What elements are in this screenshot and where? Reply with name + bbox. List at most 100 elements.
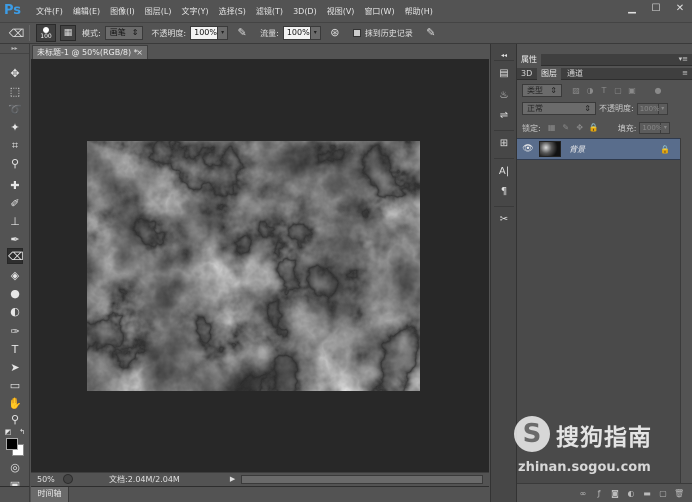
layer-name[interactable]: 背景 <box>569 144 585 155</box>
properties-panel-header: 属性 ▾≡ <box>517 54 692 66</box>
add-mask-icon[interactable]: ◙ <box>610 489 620 498</box>
brush-panel-toggle-icon[interactable]: ▦ <box>60 25 76 41</box>
layer-style-icon[interactable]: ƒ <box>594 489 604 498</box>
document-tab[interactable]: 未标题-1 @ 50%(RGB/8) * × <box>32 45 148 59</box>
layer-filter-select[interactable]: 类型 ⇕ <box>522 84 562 97</box>
tool-presets-panel-icon[interactable]: ✂ <box>496 212 512 228</box>
lock-transparent-icon[interactable]: ▦ <box>546 122 558 134</box>
airbrush-icon[interactable]: ⊛ <box>327 25 343 41</box>
lasso-tool-icon[interactable]: ➰ <box>7 102 23 118</box>
flow-dropdown-icon[interactable]: ▾ <box>310 26 321 40</box>
tab-3d[interactable]: 3D <box>517 68 536 80</box>
dock-grip-icon[interactable]: ◂◂ <box>496 48 512 64</box>
pressure-size-icon[interactable]: ✎ <box>423 25 439 41</box>
marquee-tool-icon[interactable]: ⬚ <box>7 84 23 100</box>
flow-input[interactable]: 100% <box>282 26 311 40</box>
filter-adjustment-icon[interactable]: ◑ <box>584 85 596 97</box>
lock-all-icon[interactable]: 🔒 <box>588 122 600 134</box>
horizontal-scrollbar[interactable] <box>241 474 483 484</box>
canvas-area[interactable] <box>31 59 489 472</box>
minimize-button[interactable]: ▁ <box>624 2 640 16</box>
healing-brush-tool-icon[interactable]: ✚ <box>7 178 23 194</box>
swap-colors-icon[interactable]: ↰ <box>17 424 27 440</box>
history-brush-tool-icon[interactable]: ✒ <box>7 232 23 248</box>
menu-file[interactable]: 文件(F) <box>36 6 63 17</box>
history-panel-icon[interactable]: ▤ <box>496 66 512 82</box>
menu-window[interactable]: 窗口(W) <box>364 6 394 17</box>
lock-image-icon[interactable]: ✎ <box>560 122 572 134</box>
filter-pixel-icon[interactable]: ▨ <box>570 85 582 97</box>
menu-help[interactable]: 帮助(H) <box>405 6 433 17</box>
fill-dropdown-icon[interactable]: ▾ <box>661 122 671 134</box>
layer-row-background[interactable]: 👁 背景 🔒 <box>517 138 680 160</box>
clone-stamp-tool-icon[interactable]: ⊥ <box>7 214 23 230</box>
brush-preset-picker[interactable]: 100 <box>36 24 56 42</box>
tab-properties[interactable]: 属性 <box>517 54 541 66</box>
status-menu-arrow-icon[interactable]: ▶ <box>230 475 235 483</box>
layers-panel-menu-icon[interactable]: ≡ <box>682 68 688 79</box>
close-button[interactable]: ✕ <box>672 2 688 16</box>
menu-edit[interactable]: 编辑(E) <box>73 6 100 17</box>
menu-select[interactable]: 选择(S) <box>219 6 246 17</box>
foreground-color-swatch[interactable] <box>6 438 18 450</box>
properties-panel-menu-icon[interactable]: ▾≡ <box>679 54 688 65</box>
brush-tool-icon[interactable]: ✐ <box>7 196 23 212</box>
quick-mask-icon[interactable]: ◎ <box>7 460 23 476</box>
timeline-tab[interactable]: 时间轴 <box>31 487 69 502</box>
pen-tool-icon[interactable]: ✑ <box>7 324 23 340</box>
link-layers-icon[interactable]: ∞ <box>578 489 588 498</box>
close-tab-icon[interactable]: × <box>136 46 143 59</box>
new-group-icon[interactable]: ▬ <box>642 489 652 498</box>
pressure-opacity-icon[interactable]: ✎ <box>234 25 250 41</box>
lock-position-icon[interactable]: ✥ <box>574 122 586 134</box>
menu-image[interactable]: 图像(I) <box>110 6 135 17</box>
eyedropper-tool-icon[interactable]: ⚲ <box>7 156 23 172</box>
visibility-eye-icon[interactable]: 👁 <box>521 144 535 154</box>
tab-channels[interactable]: 通道 <box>563 68 587 80</box>
maximize-button[interactable]: ☐ <box>648 2 664 16</box>
menu-3d[interactable]: 3D(D) <box>293 7 317 16</box>
paint-bucket-tool-icon[interactable]: ◈ <box>7 268 23 284</box>
menu-view[interactable]: 视图(V) <box>327 6 355 17</box>
character-panel-icon[interactable]: A| <box>496 164 512 180</box>
new-layer-icon[interactable]: ▢ <box>658 489 668 498</box>
info-panel-icon[interactable]: ⊞ <box>496 136 512 152</box>
toolbar-grip-icon[interactable]: ▸▸ <box>0 44 29 54</box>
mode-select[interactable]: 画笔 ⇕ <box>104 26 144 40</box>
opacity-dropdown-icon[interactable]: ▾ <box>218 26 229 40</box>
opacity-input[interactable]: 100% <box>190 26 219 40</box>
layer-opacity-input[interactable]: 100% <box>636 102 660 115</box>
magic-wand-tool-icon[interactable]: ✦ <box>7 120 23 136</box>
delete-layer-icon[interactable]: 🗑 <box>674 489 684 498</box>
path-selection-tool-icon[interactable]: ➤ <box>7 360 23 376</box>
zoom-level[interactable]: 50% <box>31 475 63 484</box>
menu-type[interactable]: 文字(Y) <box>181 6 208 17</box>
menu-layer[interactable]: 图层(L) <box>145 6 172 17</box>
filter-smart-object-icon[interactable]: ▣ <box>626 85 638 97</box>
layer-opacity-dropdown-icon[interactable]: ▾ <box>658 102 668 115</box>
erase-to-history-checkbox[interactable] <box>352 29 361 37</box>
status-options-icon[interactable] <box>63 474 73 484</box>
hand-tool-icon[interactable]: ✋ <box>7 396 23 412</box>
menu-filter[interactable]: 滤镜(T) <box>256 6 283 17</box>
adjustment-layer-icon[interactable]: ◐ <box>626 489 636 498</box>
paragraph-panel-icon[interactable]: ¶ <box>496 184 512 200</box>
tab-layers[interactable]: 图层 <box>537 68 561 80</box>
eraser-tool-preset-icon[interactable]: ⌫ <box>4 25 30 41</box>
brush-presets-panel-icon[interactable]: ♨ <box>496 88 512 104</box>
dodge-tool-icon[interactable]: ◐ <box>7 304 23 320</box>
crop-tool-icon[interactable]: ⌗ <box>7 138 23 154</box>
adjustments-panel-icon[interactable]: ⇌ <box>496 108 512 124</box>
rectangle-tool-icon[interactable]: ▭ <box>7 378 23 394</box>
blend-mode-select[interactable]: 正常 ⇕ <box>522 102 596 115</box>
eraser-tool-icon[interactable]: ⌫ <box>7 248 24 264</box>
clouds-artwork[interactable] <box>87 141 420 391</box>
filter-type-icon[interactable]: T <box>598 85 610 97</box>
chevron-down-icon: ⇕ <box>131 28 139 37</box>
type-tool-icon[interactable]: T <box>7 342 23 358</box>
filter-toggle-icon[interactable]: ● <box>652 85 664 97</box>
fill-input[interactable]: 100% <box>639 122 662 134</box>
move-tool-icon[interactable]: ✥ <box>7 66 23 82</box>
filter-shape-icon[interactable]: ▢ <box>612 85 624 97</box>
blur-tool-icon[interactable]: ● <box>7 286 23 302</box>
